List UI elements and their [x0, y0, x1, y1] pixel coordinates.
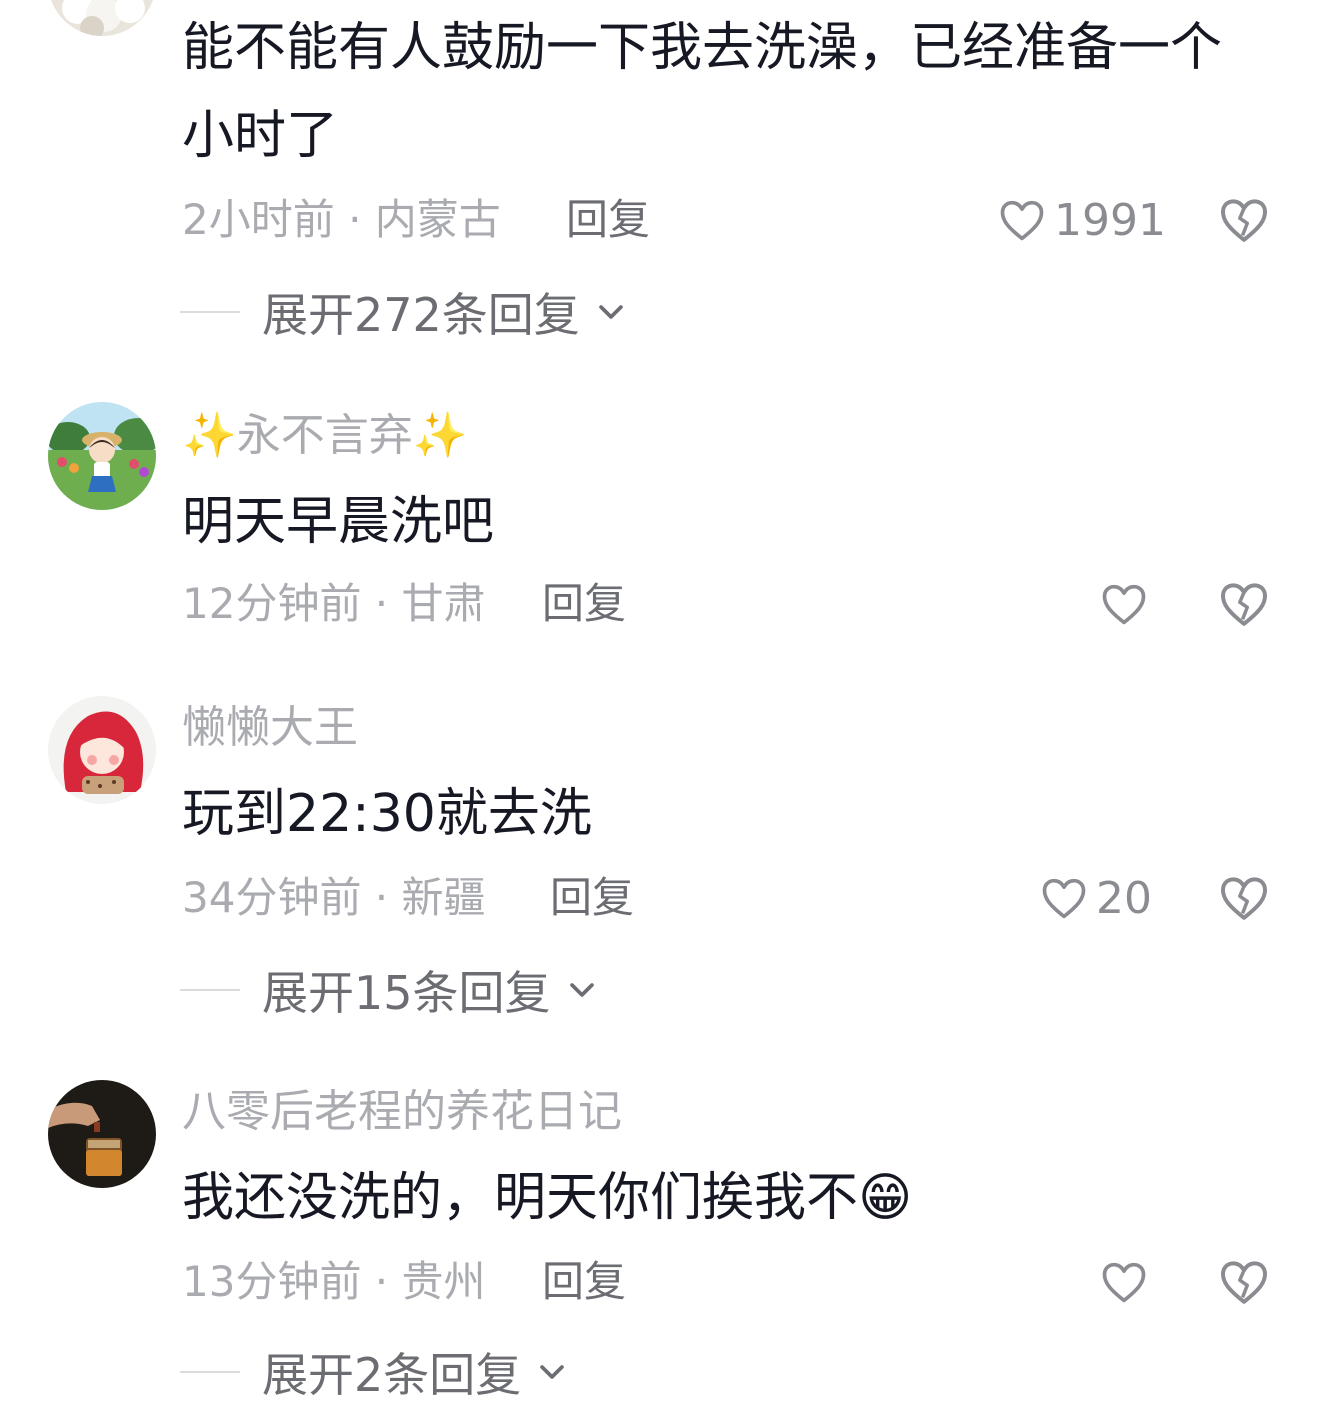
dislike-button[interactable]	[1216, 1254, 1272, 1310]
like-button[interactable]: 1991	[996, 192, 1166, 248]
reply-button[interactable]: 回复	[542, 1254, 626, 1310]
reply-button[interactable]: 回复	[542, 576, 626, 632]
comment-meta: 13分钟前 · 贵州	[182, 1257, 486, 1306]
divider	[180, 989, 240, 991]
heart-outline-icon	[1102, 1262, 1146, 1303]
expand-replies-label: 展开2条回复	[262, 1348, 522, 1402]
reply-button[interactable]: 回复	[550, 870, 634, 926]
heart-outline-icon	[1102, 584, 1146, 625]
comment-meta: 34分钟前 · 新疆	[182, 873, 486, 922]
divider	[180, 1371, 240, 1373]
comment-text-content: 我还没洗的，明天你们挨我不	[182, 1168, 859, 1228]
like-button[interactable]	[1098, 576, 1156, 632]
dislike-button[interactable]	[1216, 870, 1272, 926]
avatar[interactable]	[48, 0, 156, 36]
broken-heart-icon	[1221, 1261, 1267, 1304]
expand-replies-button[interactable]: 展开272条回复	[180, 282, 628, 342]
expand-replies-label: 展开15条回复	[262, 966, 551, 1020]
expand-replies-button[interactable]: 展开15条回复	[180, 960, 599, 1020]
chevron-down-icon	[540, 1365, 565, 1379]
username[interactable]: 八零后老程的养花日记	[182, 1084, 622, 1140]
expand-replies-label: 展开272条回复	[262, 288, 580, 342]
avatar[interactable]	[48, 696, 156, 804]
reply-button[interactable]: 回复	[566, 192, 650, 248]
dislike-button[interactable]	[1216, 576, 1272, 632]
like-button[interactable]: 20	[1038, 870, 1152, 926]
like-count: 20	[1096, 872, 1152, 924]
grin-emoji-icon: 😁	[858, 1168, 913, 1228]
heart-outline-icon	[1000, 200, 1044, 241]
comment-text: 明天早晨洗吧	[182, 492, 495, 552]
broken-heart-icon	[1221, 583, 1267, 626]
comment-text: 玩到22:30就去洗	[182, 784, 592, 844]
avatar[interactable]	[48, 402, 156, 510]
comment-text: 我还没洗的，明天你们挨我不😁	[182, 1154, 1272, 1242]
username-text: 永不言弃	[236, 410, 413, 461]
broken-heart-icon	[1221, 199, 1267, 242]
expand-replies-button[interactable]: 展开2条回复	[180, 1342, 569, 1402]
username[interactable]: 懒懒大王	[182, 700, 358, 756]
like-count: 1991	[1054, 194, 1166, 246]
username[interactable]: ✨永不言弃✨	[182, 408, 468, 464]
divider	[180, 311, 240, 313]
chevron-down-icon	[599, 305, 623, 319]
comment-meta: 2小时前 · 内蒙古	[182, 195, 501, 244]
chevron-down-icon	[569, 983, 594, 997]
avatar[interactable]	[48, 1080, 156, 1188]
comment-text: 能不能有人鼓励一下我去洗澡，已经准备一个小时了	[182, 18, 1223, 166]
like-button[interactable]	[1098, 1254, 1156, 1310]
broken-heart-icon	[1221, 877, 1267, 920]
dislike-button[interactable]	[1216, 192, 1272, 248]
heart-outline-icon	[1042, 878, 1086, 919]
comment-meta: 12分钟前 · 甘肃	[182, 579, 486, 628]
sparkle-icon: ✨	[182, 410, 237, 461]
sparkle-icon: ✨	[412, 410, 468, 461]
